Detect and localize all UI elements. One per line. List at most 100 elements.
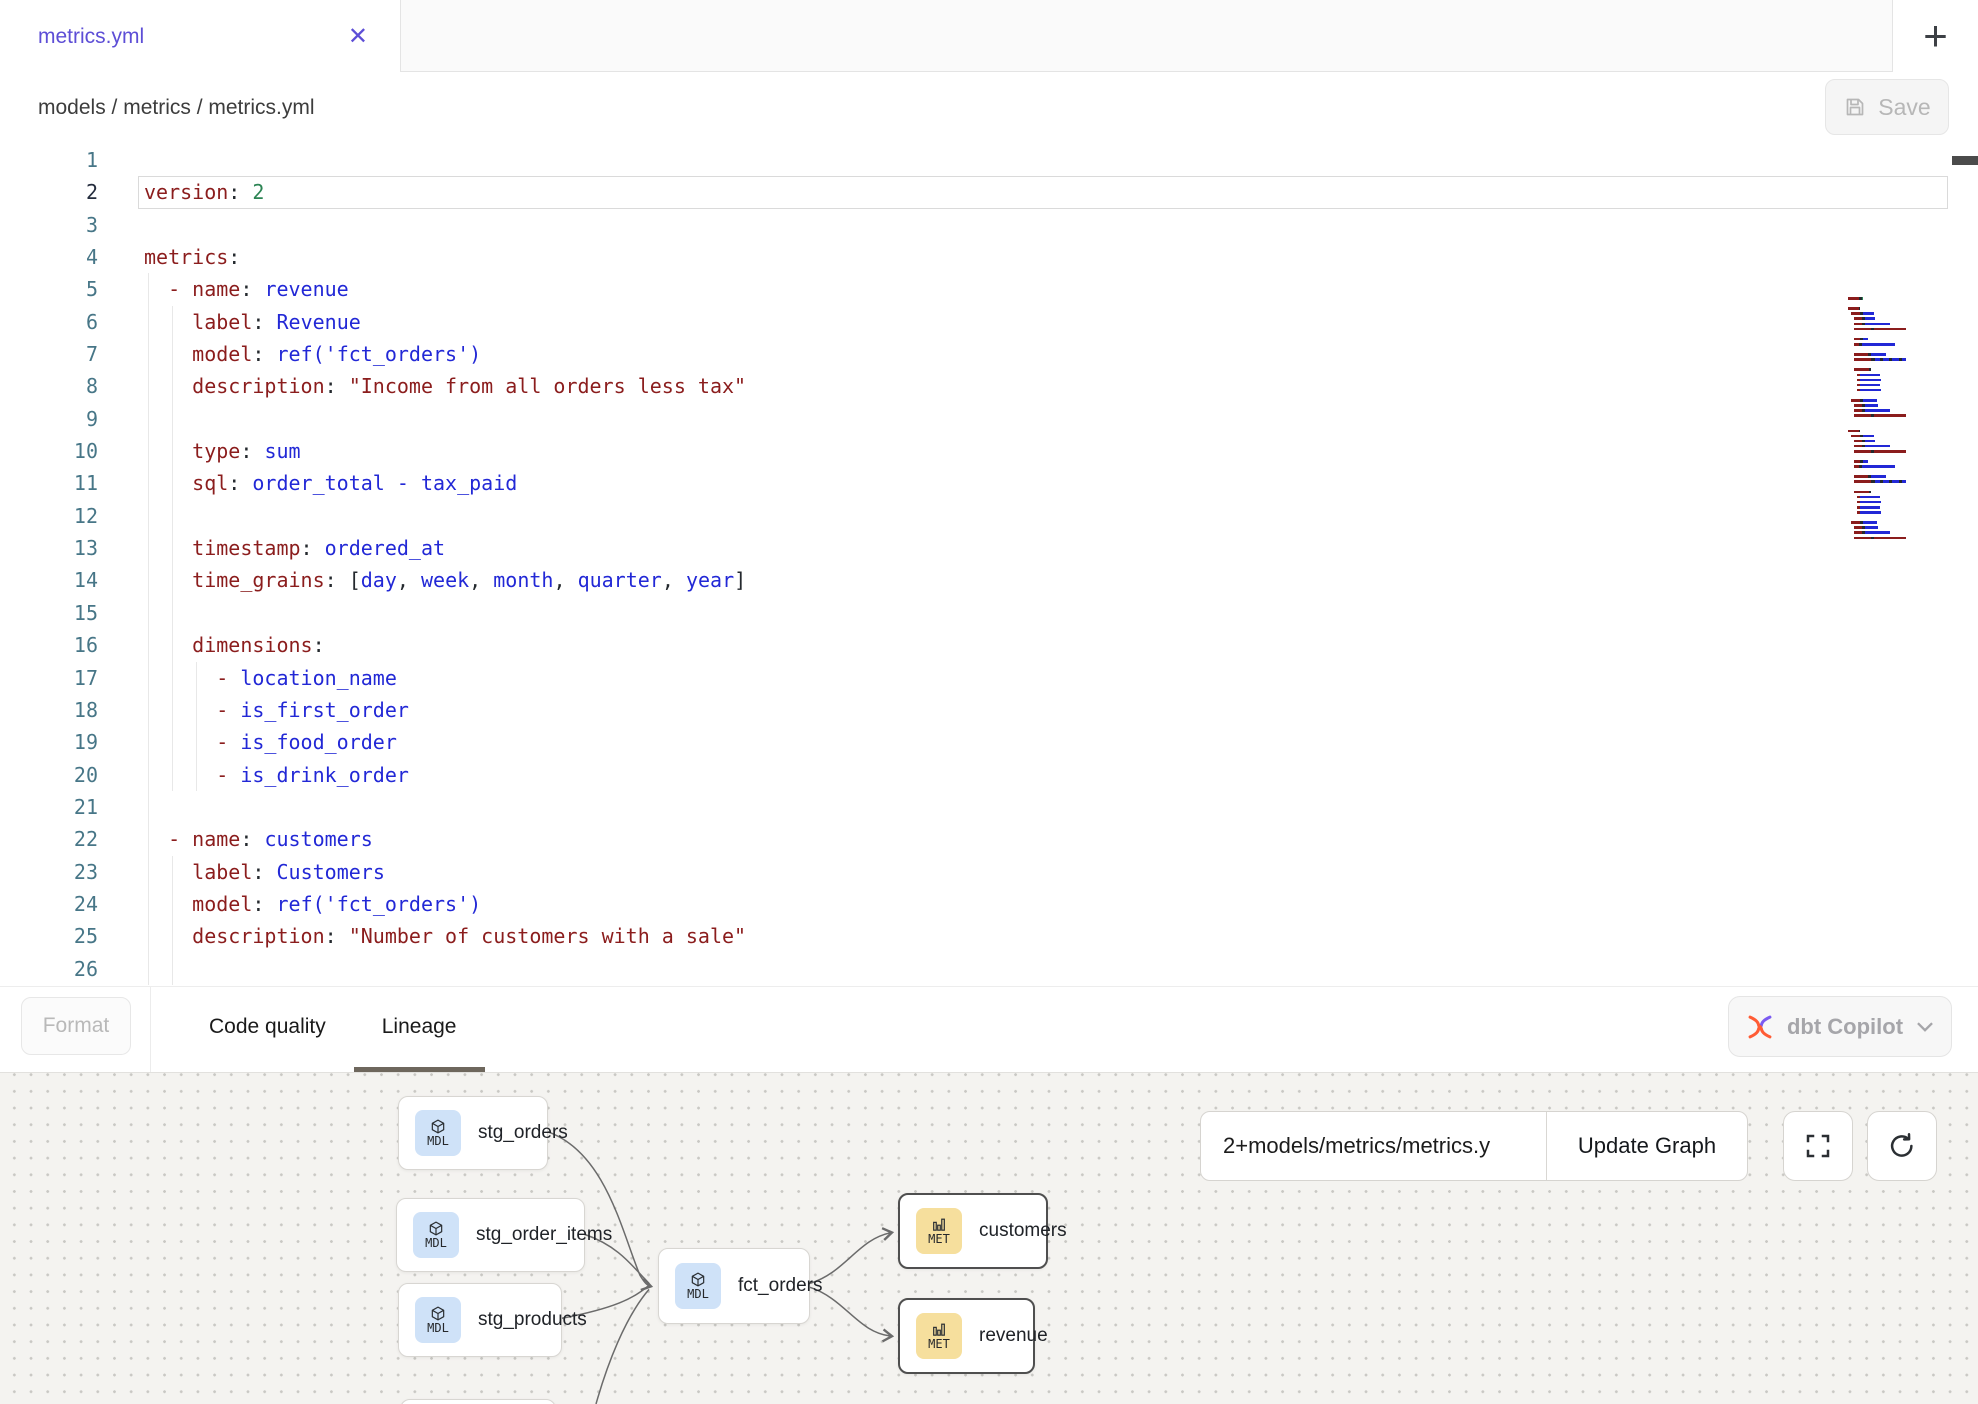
code-text: - is_drink_order	[144, 759, 409, 791]
lineage-selector-input[interactable]	[1201, 1112, 1546, 1180]
line-number: 15	[0, 597, 98, 629]
refresh-button[interactable]	[1867, 1111, 1937, 1181]
lineage-node-stg_orders[interactable]: MDLstg_orders	[398, 1096, 548, 1170]
lineage-node-revenue[interactable]: METrevenue	[898, 1298, 1035, 1374]
code-area[interactable]: 12version: 234metrics:5 - name: revenue6…	[0, 144, 1978, 985]
code-text: - name: revenue	[144, 273, 349, 305]
code-line[interactable]: 21	[0, 791, 1978, 823]
node-type-badge: MET	[928, 1233, 950, 1246]
refresh-icon	[1887, 1131, 1917, 1161]
code-text: sql: order_total - tax_paid	[144, 467, 517, 499]
code-line[interactable]: 1	[0, 144, 1978, 176]
line-number: 16	[0, 629, 98, 661]
model-icon: MDL	[675, 1263, 721, 1309]
code-line[interactable]: 6 label: Revenue	[0, 306, 1978, 338]
node-label: stg_order_items	[476, 1224, 612, 1246]
code-line[interactable]: 2version: 2	[0, 176, 1978, 208]
code-editor[interactable]: 12version: 234metrics:5 - name: revenue6…	[0, 144, 1978, 986]
indent-guide	[172, 403, 173, 435]
line-number: 20	[0, 759, 98, 791]
bottom-toolbar: Format Code qualityLineage dbt Copilot	[0, 986, 1978, 1072]
code-line[interactable]: 14 time_grains: [day, week, month, quart…	[0, 564, 1978, 596]
code-text: model: ref('fct_orders')	[144, 888, 481, 920]
line-number: 10	[0, 435, 98, 467]
indent-guide	[148, 500, 149, 532]
code-line[interactable]: 25 description: "Number of customers wit…	[0, 920, 1978, 952]
indent-guide	[148, 403, 149, 435]
node-type-badge: MDL	[687, 1288, 709, 1301]
tab-metrics-yml[interactable]: metrics.yml ✕	[0, 0, 401, 73]
lineage-selector-group: Update Graph	[1200, 1111, 1748, 1181]
code-line[interactable]: 7 model: ref('fct_orders')	[0, 338, 1978, 370]
dbt-copilot-label: dbt Copilot	[1787, 1014, 1903, 1040]
line-number: 18	[0, 694, 98, 726]
chevron-down-icon	[1916, 1021, 1934, 1033]
code-line[interactable]: 9	[0, 403, 1978, 435]
node-type-badge: MET	[928, 1338, 950, 1351]
code-text: - name: customers	[144, 823, 373, 855]
model-icon: MDL	[413, 1212, 459, 1258]
code-text: - location_name	[144, 662, 397, 694]
code-line[interactable]: 19 - is_food_order	[0, 726, 1978, 758]
line-number: 24	[0, 888, 98, 920]
tab-title: metrics.yml	[38, 25, 144, 49]
dbt-copilot-button[interactable]: dbt Copilot	[1728, 996, 1952, 1057]
lineage-node-fct_orders[interactable]: MDLfct_orders	[658, 1248, 810, 1324]
line-number: 4	[0, 241, 98, 273]
line-number: 11	[0, 467, 98, 499]
code-line[interactable]: 15	[0, 597, 1978, 629]
indent-guide	[172, 500, 173, 532]
format-button[interactable]: Format	[21, 997, 131, 1055]
breadcrumb-row: models / metrics / metrics.yml Save	[0, 72, 1978, 144]
code-line[interactable]: 10 type: sum	[0, 435, 1978, 467]
lineage-node-stg_products[interactable]: MDLstg_products	[398, 1283, 562, 1357]
code-line[interactable]: 18 - is_first_order	[0, 694, 1978, 726]
line-number: 12	[0, 500, 98, 532]
close-icon[interactable]: ✕	[348, 25, 368, 49]
line-number: 19	[0, 726, 98, 758]
code-line[interactable]: 22 - name: customers	[0, 823, 1978, 855]
lineage-node-customers[interactable]: METcustomers	[898, 1193, 1048, 1269]
lineage-canvas[interactable]: MDLstg_ordersMDLstg_order_itemsMDLstg_pr…	[0, 1072, 1978, 1404]
panel-tab-lineage[interactable]: Lineage	[354, 987, 485, 1072]
code-text: time_grains: [day, week, month, quarter,…	[144, 564, 746, 596]
ide-window: metrics.yml ✕ + models / metrics / metri…	[0, 0, 1978, 1404]
code-text: label: Customers	[144, 856, 385, 888]
code-line[interactable]: 8 description: "Income from all orders l…	[0, 370, 1978, 402]
metric-icon: MET	[916, 1208, 962, 1254]
code-text: version: 2	[144, 176, 264, 208]
code-line[interactable]: 24 model: ref('fct_orders')	[0, 888, 1978, 920]
minimap-line	[1848, 542, 1906, 547]
line-number: 21	[0, 791, 98, 823]
line-number: 22	[0, 823, 98, 855]
code-line[interactable]: 11 sql: order_total - tax_paid	[0, 467, 1978, 499]
save-label: Save	[1878, 94, 1930, 121]
lineage-node-partial[interactable]	[400, 1399, 556, 1404]
code-line[interactable]: 20 - is_drink_order	[0, 759, 1978, 791]
new-tab-button[interactable]: +	[1892, 0, 1978, 72]
code-line[interactable]: 4metrics:	[0, 241, 1978, 273]
minimap[interactable]	[1848, 292, 1906, 547]
code-line[interactable]: 3	[0, 209, 1978, 241]
save-button[interactable]: Save	[1825, 79, 1949, 135]
code-text: label: Revenue	[144, 306, 361, 338]
code-text: model: ref('fct_orders')	[144, 338, 481, 370]
code-line[interactable]: 26	[0, 953, 1978, 985]
scrollbar-thumb[interactable]	[1952, 156, 1978, 165]
code-text: description: "Income from all orders les…	[144, 370, 746, 402]
code-line[interactable]: 17 - location_name	[0, 662, 1978, 694]
fullscreen-button[interactable]	[1783, 1111, 1853, 1181]
line-number: 9	[0, 403, 98, 435]
line-number: 14	[0, 564, 98, 596]
code-line[interactable]: 13 timestamp: ordered_at	[0, 532, 1978, 564]
save-icon	[1843, 95, 1867, 119]
line-number: 1	[0, 144, 98, 176]
code-line[interactable]: 16 dimensions:	[0, 629, 1978, 661]
panel-tab-code-quality[interactable]: Code quality	[181, 987, 354, 1072]
line-number: 25	[0, 920, 98, 952]
lineage-node-stg_order_items[interactable]: MDLstg_order_items	[396, 1198, 585, 1272]
update-graph-button[interactable]: Update Graph	[1547, 1112, 1747, 1180]
code-line[interactable]: 12	[0, 500, 1978, 532]
code-line[interactable]: 23 label: Customers	[0, 856, 1978, 888]
code-line[interactable]: 5 - name: revenue	[0, 273, 1978, 305]
